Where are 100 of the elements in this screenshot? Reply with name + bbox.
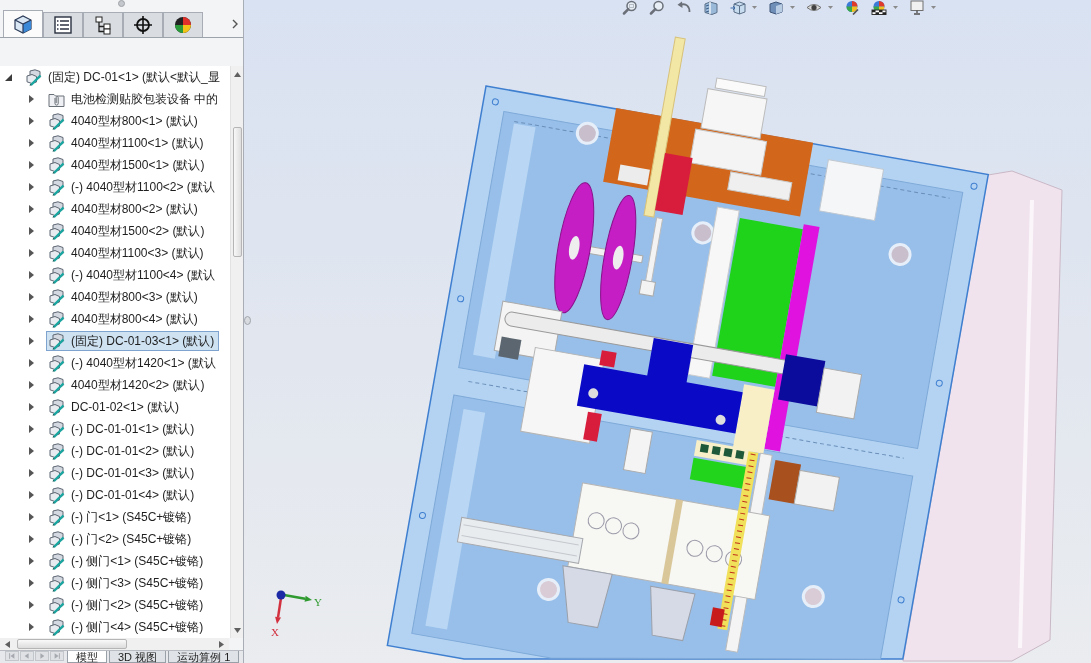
view-settings-button[interactable] xyxy=(909,0,936,15)
expand-arrow-icon[interactable] xyxy=(28,270,35,280)
expand-arrow-icon[interactable] xyxy=(28,358,35,368)
monitor-icon xyxy=(909,0,925,15)
edit-appearance-button[interactable] xyxy=(844,0,860,15)
part-icon xyxy=(48,112,65,130)
tree-item[interactable]: (固定) DC-01<1> (默认<默认_显 xyxy=(23,67,225,87)
apply-scene-button[interactable] xyxy=(871,0,898,15)
tree-item[interactable]: DC-01-02<1> (默认) xyxy=(46,397,185,417)
tree-item[interactable]: 4040型材800<3> (默认) xyxy=(46,287,203,307)
tree-item[interactable]: 4040型材800<4> (默认) xyxy=(46,309,203,329)
scrollbar-thumb[interactable] xyxy=(232,127,242,257)
part-icon xyxy=(48,156,65,174)
tree-structure-icon xyxy=(92,15,114,35)
color-ball-icon xyxy=(844,0,860,15)
previous-view-button[interactable] xyxy=(676,0,692,15)
scroll-up-arrow-icon[interactable] xyxy=(233,72,241,77)
expand-arrow-icon[interactable] xyxy=(28,160,35,170)
tree-item[interactable]: (-) DC-01-01<2> (默认) xyxy=(46,441,200,461)
part-icon xyxy=(48,332,65,350)
expand-arrow-icon[interactable] xyxy=(28,314,35,324)
expand-arrow-icon[interactable] xyxy=(28,138,35,148)
tree-item[interactable]: (-) 门<2> (S45C+镀铬) xyxy=(46,529,197,549)
expand-arrow-icon[interactable] xyxy=(28,556,35,566)
tree-item[interactable]: (-) 侧门<3> (S45C+镀铬) xyxy=(46,573,209,593)
expand-arrow-icon[interactable] xyxy=(28,94,35,104)
tree-item[interactable]: 4040型材1100<1> (默认) xyxy=(46,133,209,153)
panel-tab[interactable] xyxy=(83,12,123,37)
tree-item[interactable]: (-) 侧门<1> (S45C+镀铬) xyxy=(46,551,209,571)
tree-item[interactable]: (固定) DC-01-03<1> (默认) xyxy=(46,331,220,351)
tree-item[interactable]: (-) 4040型材1420<1> (默认 xyxy=(46,353,221,373)
display-style-button[interactable] xyxy=(768,0,795,15)
bottom-tab[interactable]: 运动算例 1 xyxy=(168,651,240,663)
part-icon xyxy=(48,354,65,372)
expand-arrow-icon[interactable] xyxy=(28,182,35,192)
tree-item[interactable]: 4040型材1500<1> (默认) xyxy=(46,155,210,175)
tree-item[interactable]: (-) 4040型材1100<2> (默认 xyxy=(46,177,220,197)
scroll-left-arrow-icon[interactable] xyxy=(5,640,10,648)
tree-item[interactable]: 4040型材800<1> (默认) xyxy=(46,111,203,131)
scroll-down-arrow-icon[interactable] xyxy=(233,628,241,633)
panel-tab[interactable] xyxy=(43,12,83,37)
part-icon xyxy=(48,200,65,218)
panel-tab[interactable] xyxy=(163,12,203,37)
tree-item[interactable]: (-) 门<1> (S45C+镀铬) xyxy=(46,507,197,527)
caret-icon[interactable] xyxy=(931,6,936,9)
caret-icon[interactable] xyxy=(752,6,757,9)
drag-handle-icon[interactable] xyxy=(118,0,125,7)
part-icon xyxy=(48,486,65,504)
chevron-right-icon[interactable] xyxy=(232,18,238,29)
expand-arrow-icon[interactable] xyxy=(28,116,35,126)
bottom-tab[interactable]: 模型 xyxy=(67,651,107,663)
expand-arrow-icon[interactable] xyxy=(28,534,35,544)
section-view-button[interactable] xyxy=(703,0,719,15)
expand-arrow-icon[interactable] xyxy=(28,490,35,500)
part-icon xyxy=(25,68,42,86)
expand-arrow-icon[interactable] xyxy=(28,226,35,236)
skip-start-icon[interactable] xyxy=(5,651,19,661)
tree-item[interactable]: 4040型材1420<2> (默认) xyxy=(46,375,210,395)
splitter-handle-icon[interactable] xyxy=(244,316,251,325)
tree-item[interactable]: (-) DC-01-01<1> (默认) xyxy=(46,419,200,439)
vertical-scrollbar[interactable] xyxy=(230,66,243,638)
expand-arrow-icon[interactable] xyxy=(28,292,35,302)
horizontal-scrollbar[interactable] xyxy=(0,638,229,650)
scroll-right-arrow-icon[interactable] xyxy=(219,640,224,648)
expand-arrow-icon[interactable] xyxy=(28,380,35,390)
part-icon xyxy=(48,420,65,438)
expand-arrow-icon[interactable] xyxy=(28,402,35,412)
tree-item[interactable]: (-) 侧门<4> (S45C+镀铬) xyxy=(46,617,209,637)
expand-arrow-icon[interactable] xyxy=(28,424,35,434)
expand-arrow-icon[interactable] xyxy=(28,446,35,456)
part-icon xyxy=(48,464,65,482)
tree-item[interactable]: (-) 4040型材1100<4> (默认 xyxy=(46,265,220,285)
caret-icon[interactable] xyxy=(790,6,795,9)
expand-arrow-icon[interactable] xyxy=(28,512,35,522)
panel-tab[interactable] xyxy=(3,10,43,37)
part-icon xyxy=(48,530,65,548)
tree-item[interactable]: 电池检测贴胶包装设备 中的 xyxy=(46,89,224,109)
bottom-tab[interactable]: 3D 视图 xyxy=(109,651,167,663)
expand-arrow-icon[interactable] xyxy=(28,468,35,478)
zoom-to-area-button[interactable] xyxy=(649,0,665,15)
caret-icon[interactable] xyxy=(828,6,833,9)
caret-icon[interactable] xyxy=(893,6,898,9)
tree-item[interactable]: (-) 侧门<2> (S45C+镀铬) xyxy=(46,595,209,615)
expand-arrow-icon[interactable] xyxy=(28,600,35,610)
expand-arrow-icon[interactable] xyxy=(5,72,12,82)
expand-arrow-icon[interactable] xyxy=(28,336,35,346)
expand-arrow-icon[interactable] xyxy=(28,622,35,632)
scrollbar-thumb[interactable] xyxy=(17,639,127,649)
part-icon xyxy=(48,508,65,526)
tree-item[interactable]: (-) DC-01-01<3> (默认) xyxy=(46,463,200,483)
panel-tab[interactable] xyxy=(123,12,163,37)
tree-item[interactable]: 4040型材1100<3> (默认) xyxy=(46,243,209,263)
tree-item[interactable]: (-) DC-01-01<4> (默认) xyxy=(46,485,200,505)
tree-item[interactable]: 4040型材1500<2> (默认) xyxy=(46,221,210,241)
expand-arrow-icon[interactable] xyxy=(28,248,35,258)
zoom-to-fit-button[interactable] xyxy=(622,0,638,15)
view-orientation-button[interactable] xyxy=(730,0,757,15)
tree-item[interactable]: 4040型材800<2> (默认) xyxy=(46,199,203,219)
expand-arrow-icon[interactable] xyxy=(28,204,35,214)
expand-arrow-icon[interactable] xyxy=(28,578,35,588)
